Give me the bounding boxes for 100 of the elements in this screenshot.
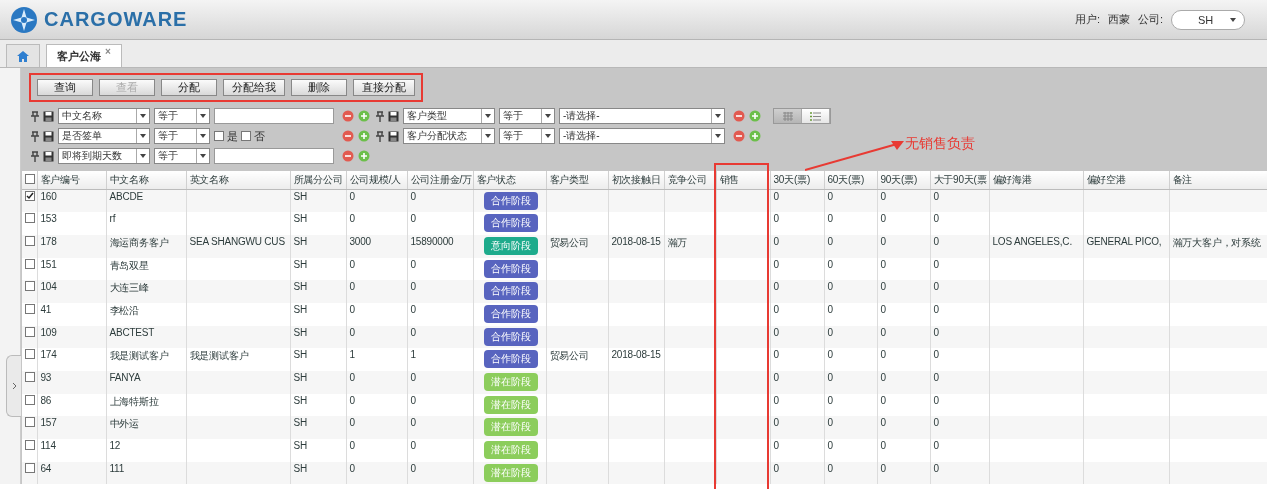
home-tab[interactable] — [6, 44, 40, 67]
company-select[interactable]: SH — [1171, 9, 1245, 30]
status-badge[interactable]: 合作阶段 — [484, 214, 538, 233]
row-checkbox[interactable] — [25, 191, 35, 201]
pin-icon[interactable] — [31, 150, 39, 162]
column-header[interactable]: 大于90天(票 — [930, 171, 989, 190]
caret-icon — [545, 134, 551, 138]
table-cell: 海运商务客户 — [106, 234, 186, 258]
toolbar-button[interactable]: 查询 — [37, 79, 93, 96]
collapse-handle[interactable] — [6, 355, 21, 417]
value-field[interactable] — [214, 108, 334, 124]
column-header[interactable]: 备注 — [1169, 171, 1267, 190]
row-checkbox[interactable] — [25, 235, 35, 246]
dropdown[interactable]: 客户分配状态 — [403, 128, 495, 144]
value-field[interactable] — [214, 148, 334, 164]
table-cell: 153 — [37, 212, 106, 235]
column-header[interactable]: 中文名称 — [106, 171, 186, 190]
save-icon[interactable] — [388, 110, 399, 122]
toolbar-button[interactable]: 直接分配 — [353, 79, 415, 96]
save-icon[interactable] — [43, 130, 54, 142]
column-header[interactable]: 竞争公司 — [664, 171, 716, 190]
table-cell: 0 — [930, 439, 989, 462]
dropdown[interactable]: -请选择- — [559, 108, 725, 124]
column-header[interactable]: 客户类型 — [546, 171, 608, 190]
column-header[interactable]: 客户状态 — [473, 171, 546, 190]
status-badge[interactable]: 合作阶段 — [484, 259, 538, 278]
pin-icon[interactable] — [31, 130, 39, 142]
pin-icon[interactable] — [31, 110, 39, 122]
status-badge[interactable]: 合作阶段 — [484, 282, 538, 301]
dropdown[interactable]: 等于 — [499, 108, 555, 124]
dropdown[interactable]: 等于 — [154, 128, 210, 144]
row-checkbox[interactable] — [25, 213, 35, 224]
grid-icon — [782, 111, 793, 121]
row-checkbox[interactable] — [25, 417, 35, 428]
status-badge[interactable]: 合作阶段 — [484, 350, 538, 369]
checkbox[interactable] — [241, 131, 251, 141]
row-checkbox[interactable] — [25, 281, 35, 292]
checkbox[interactable] — [214, 131, 224, 141]
chevron-right-icon — [11, 382, 17, 390]
column-header[interactable]: 公司注册金/万 — [407, 171, 473, 190]
column-header[interactable]: 英文名称 — [186, 171, 290, 190]
select-all-checkbox[interactable] — [25, 174, 35, 184]
row-checkbox[interactable] — [25, 326, 35, 337]
row-checkbox[interactable] — [25, 462, 35, 473]
caret-icon — [715, 114, 721, 118]
close-icon[interactable]: × — [105, 46, 111, 57]
dropdown[interactable]: 客户类型 — [403, 108, 495, 124]
dropdown[interactable]: -请选择- — [559, 128, 725, 144]
list-icon — [810, 111, 821, 121]
dropdown[interactable]: 即将到期天数 — [58, 148, 150, 164]
row-checkbox[interactable] — [25, 258, 35, 269]
pin-icon[interactable] — [376, 130, 384, 142]
row-checkbox[interactable] — [25, 372, 35, 382]
save-icon[interactable] — [388, 130, 399, 142]
column-header[interactable]: 公司规模/人 — [346, 171, 407, 190]
pin-icon[interactable] — [376, 110, 384, 122]
column-header[interactable]: 销售 — [716, 171, 770, 190]
row-checkbox[interactable] — [25, 394, 35, 405]
column-header[interactable]: 偏好空港 — [1083, 171, 1169, 190]
row-checkbox[interactable] — [25, 303, 35, 314]
remove-icon[interactable] — [733, 130, 745, 142]
list-view-button[interactable] — [802, 109, 830, 123]
toolbar-button[interactable]: 删除 — [291, 79, 347, 96]
row-checkbox[interactable] — [25, 440, 35, 451]
dropdown[interactable]: 等于 — [154, 148, 210, 164]
user-label: 用户: — [1074, 12, 1100, 27]
tab[interactable]: 客户公海 × — [46, 44, 122, 67]
column-header[interactable]: 所属分公司 — [290, 171, 346, 190]
row-checkbox[interactable] — [25, 349, 35, 360]
logo-icon — [10, 5, 38, 34]
remove-icon[interactable] — [342, 130, 354, 142]
toolbar-button[interactable]: 分配给我 — [223, 79, 285, 96]
table-cell: 15890000 — [407, 234, 473, 258]
column-header[interactable]: 客户编号 — [37, 171, 106, 190]
status-badge[interactable]: 合作阶段 — [484, 192, 538, 210]
column-header[interactable]: 偏好海港 — [989, 171, 1083, 190]
status-badge[interactable]: 合作阶段 — [484, 327, 538, 346]
dropdown[interactable]: 等于 — [154, 108, 210, 124]
remove-icon[interactable] — [342, 110, 354, 122]
check-icon — [26, 192, 34, 200]
table-cell: 0 — [930, 212, 989, 235]
table-cell: 0 — [407, 280, 473, 303]
caret-icon — [485, 114, 491, 118]
dropdown[interactable]: 是否签单 — [58, 128, 150, 144]
save-icon[interactable] — [43, 150, 54, 162]
caret-icon — [200, 134, 206, 138]
column-header[interactable]: 90天(票) — [877, 171, 930, 190]
column-header[interactable]: 初次接触日 — [608, 171, 664, 190]
remove-icon[interactable] — [342, 150, 354, 162]
save-icon[interactable] — [43, 110, 54, 122]
table-cell: 0 — [346, 461, 407, 485]
status-badge[interactable]: 合作阶段 — [484, 304, 538, 323]
dropdown[interactable]: 等于 — [499, 128, 555, 144]
column-header[interactable]: 60天(票) — [824, 171, 877, 190]
table-cell: rf — [106, 212, 186, 235]
remove-icon[interactable] — [733, 110, 745, 122]
caret-icon — [140, 134, 146, 138]
dropdown[interactable]: 中文名称 — [58, 108, 150, 124]
toolbar-button[interactable]: 分配 — [161, 79, 217, 96]
column-header[interactable]: 30天(票) — [770, 171, 824, 190]
